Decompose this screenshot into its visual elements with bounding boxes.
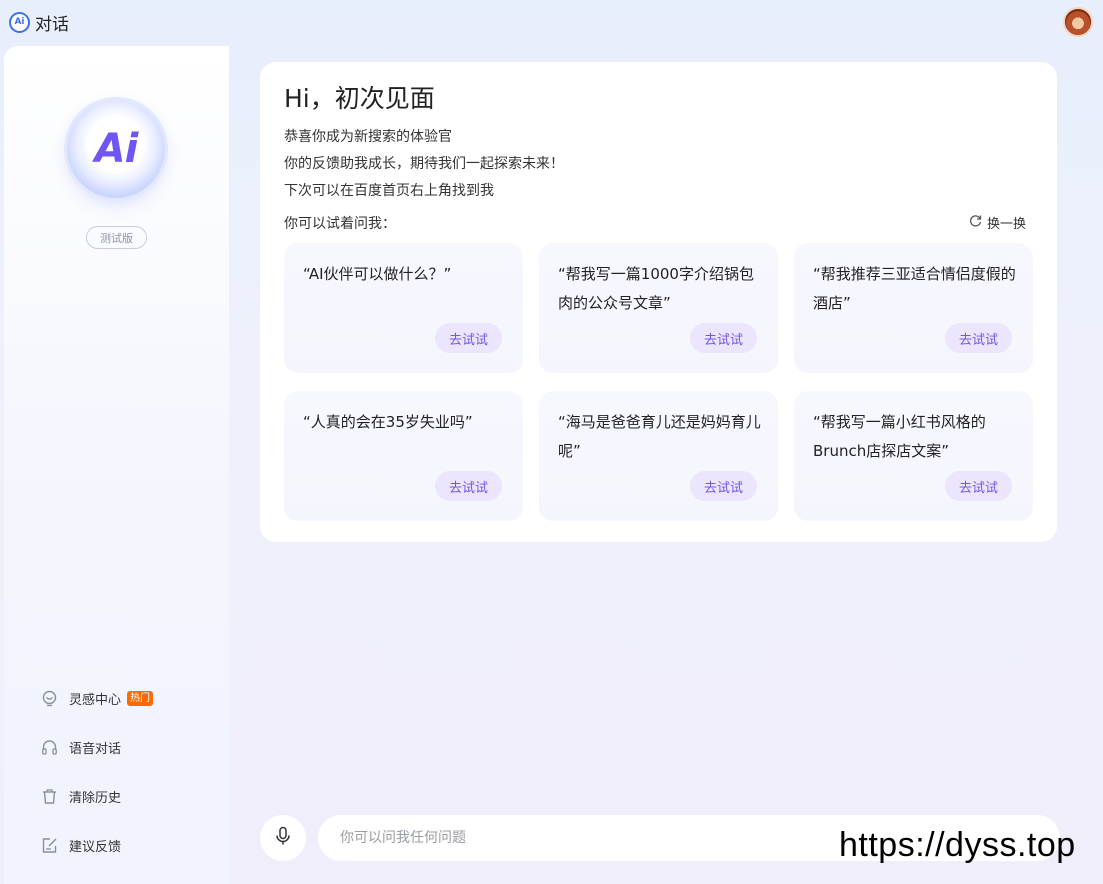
intro-line: 下次可以在百度首页右上角找到我: [284, 183, 494, 199]
sidebar: Ai 测试版 灵感中心 热门 语音对话 清除历史 建议反馈: [4, 46, 229, 884]
window-title: 对话: [35, 14, 69, 35]
microphone-button[interactable]: [260, 815, 306, 861]
suggestion-text: “帮我写一篇小红书风格的Brunch店探店文案”: [813, 413, 986, 460]
sidebar-item-clear-history[interactable]: 清除历史: [40, 772, 153, 821]
app-logo-icon: Ai: [9, 11, 30, 33]
suggestion-text: “海马是爸爸育儿还是妈妈育儿呢”: [558, 413, 761, 460]
ai-logo-text: Ai: [94, 126, 139, 172]
watermark-text: https://dyss.top: [839, 826, 1076, 864]
suggestion-text: “帮我写一篇1000字介绍锅包肉的公众号文章”: [558, 265, 754, 312]
suggestion-card[interactable]: “帮我写一篇小红书风格的Brunch店探店文案” 去试试: [794, 391, 1033, 521]
sidebar-item-label: 清除历史: [69, 791, 122, 806]
try-it-button[interactable]: 去试试: [435, 471, 502, 501]
suggestion-card[interactable]: “AI伙伴可以做什么？” 去试试: [284, 243, 523, 373]
refresh-suggestions-button[interactable]: 换一换: [969, 213, 1026, 232]
hot-badge: 热门: [127, 691, 154, 706]
chat-input[interactable]: [340, 815, 840, 861]
feedback-edit-icon: [40, 837, 58, 855]
suggestion-text: “帮我推荐三亚适合情侣度假的酒店”: [813, 265, 1016, 312]
trash-icon: [40, 788, 58, 806]
try-asking-label: 你可以试着问我：: [284, 216, 396, 232]
sidebar-item-label: 语音对话: [69, 742, 122, 757]
suggestion-grid: “AI伙伴可以做什么？” 去试试 “帮我写一篇1000字介绍锅包肉的公众号文章”…: [284, 243, 1033, 521]
suggestion-card[interactable]: “帮我写一篇1000字介绍锅包肉的公众号文章” 去试试: [539, 243, 778, 373]
greeting-title: Hi，初次见面: [284, 84, 435, 113]
lightbulb-icon: [40, 690, 58, 708]
try-it-button[interactable]: 去试试: [945, 323, 1012, 353]
ai-assistant-logo: Ai: [67, 100, 165, 198]
sidebar-item-label: 建议反馈: [69, 840, 122, 855]
try-it-button[interactable]: 去试试: [690, 323, 757, 353]
sidebar-item-voice-chat[interactable]: 语音对话: [40, 723, 153, 772]
suggestion-text: “AI伙伴可以做什么？”: [303, 265, 452, 283]
sidebar-item-label: 灵感中心: [69, 693, 122, 708]
refresh-label: 换一换: [986, 217, 1026, 232]
intro-line: 你的反馈助我成长，期待我们一起探索未来！: [284, 156, 564, 172]
microphone-icon: [274, 826, 292, 850]
headphones-icon: [40, 739, 58, 757]
suggestion-card[interactable]: “人真的会在35岁失业吗” 去试试: [284, 391, 523, 521]
title-bar: Ai 对话: [0, 0, 1103, 44]
sidebar-item-inspiration[interactable]: 灵感中心 热门: [40, 674, 154, 723]
welcome-card: Hi，初次见面 恭喜你成为新搜索的体验官 你的反馈助我成长，期待我们一起探索未来…: [260, 62, 1057, 542]
try-it-button[interactable]: 去试试: [945, 471, 1012, 501]
sidebar-menu: 灵感中心 热门 语音对话 清除历史 建议反馈: [40, 674, 154, 870]
refresh-icon: [969, 214, 982, 231]
intro-line: 恭喜你成为新搜索的体验官: [284, 129, 452, 145]
sidebar-item-feedback[interactable]: 建议反馈: [40, 821, 153, 870]
suggestion-text: “人真的会在35岁失业吗”: [303, 413, 473, 431]
try-it-button[interactable]: 去试试: [435, 323, 502, 353]
user-avatar[interactable]: [1063, 7, 1093, 37]
beta-badge: 测试版: [86, 226, 147, 249]
suggestion-card[interactable]: “海马是爸爸育儿还是妈妈育儿呢” 去试试: [539, 391, 778, 521]
try-it-button[interactable]: 去试试: [690, 471, 757, 501]
suggestion-card[interactable]: “帮我推荐三亚适合情侣度假的酒店” 去试试: [794, 243, 1033, 373]
intro-text: 恭喜你成为新搜索的体验官 你的反馈助我成长，期待我们一起探索未来！ 下次可以在百…: [284, 124, 564, 205]
